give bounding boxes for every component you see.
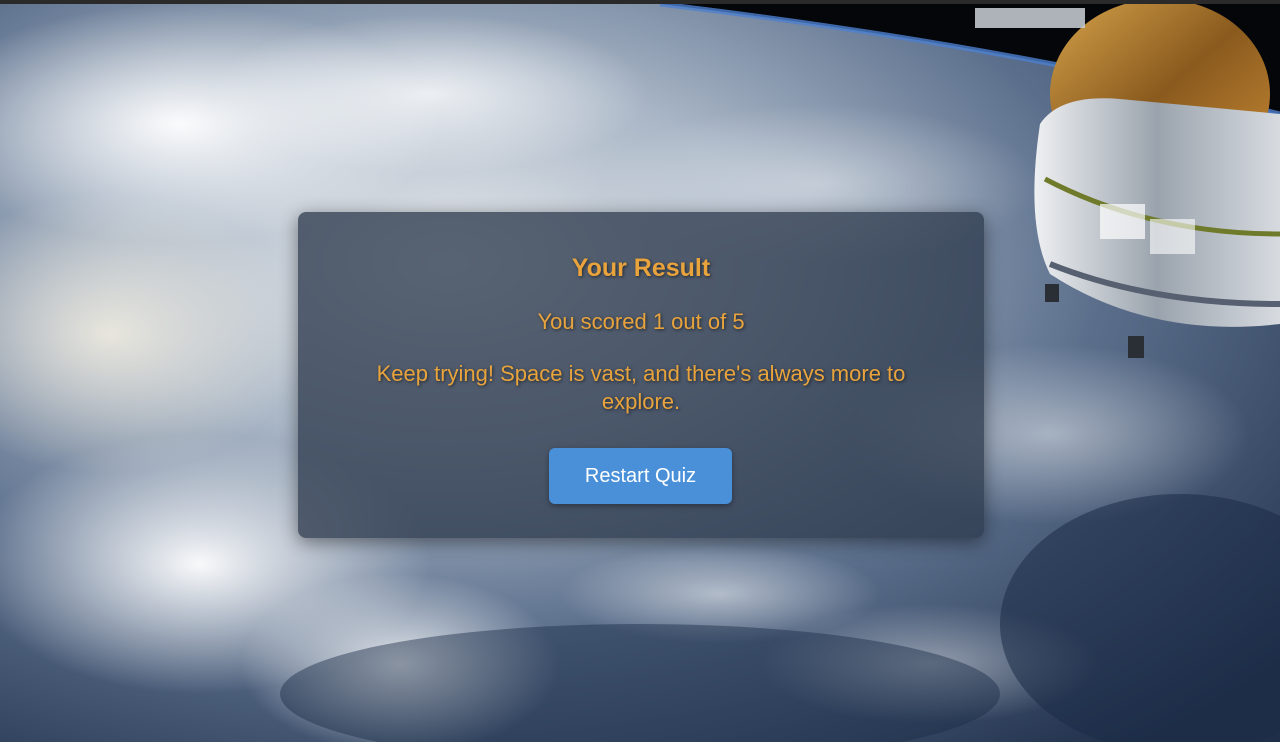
- score-text: You scored 1 out of 5: [537, 309, 745, 334]
- encouragement-message: Keep trying! Space is vast, and there's …: [376, 361, 906, 414]
- restart-quiz-button[interactable]: Restart Quiz: [549, 448, 732, 504]
- result-title: Your Result: [571, 254, 711, 282]
- quiz-result-page: Your Result You scored 1 out of 5 Keep t…: [0, 0, 1280, 742]
- result-card: Your Result You scored 1 out of 5 Keep t…: [298, 212, 984, 538]
- browser-top-strip: [0, 0, 1280, 4]
